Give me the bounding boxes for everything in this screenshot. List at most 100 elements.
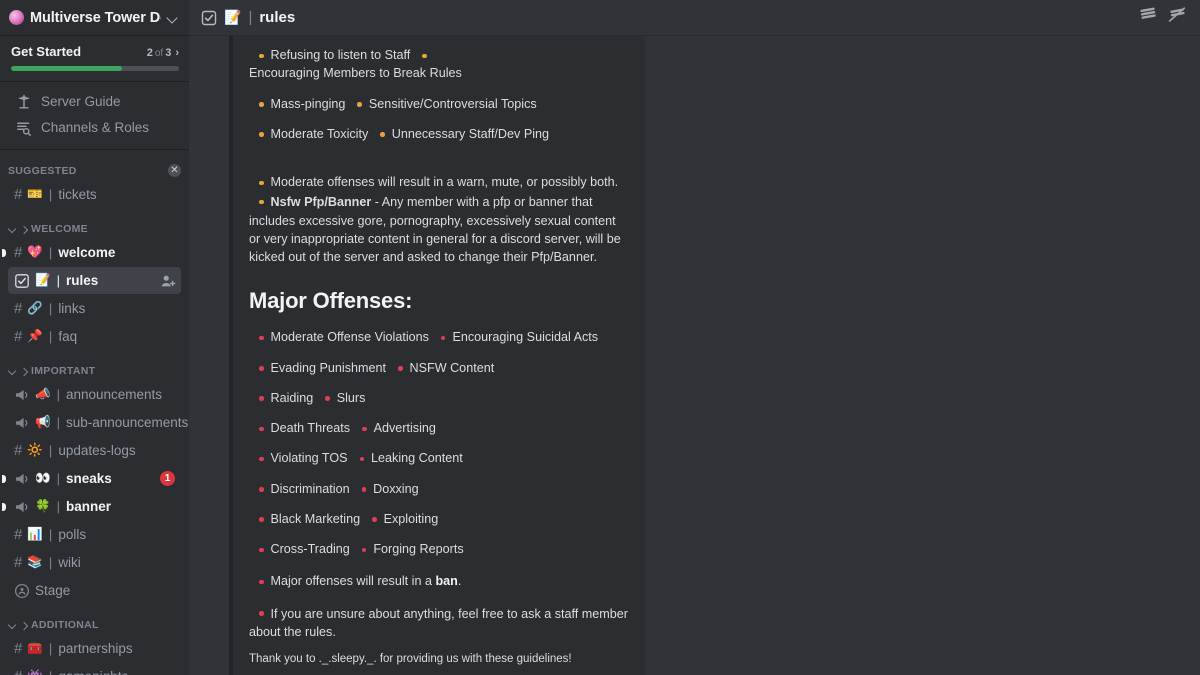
get-started-title: Get Started — [11, 44, 82, 59]
channel-name: sub-announcements — [65, 415, 189, 430]
sidebar-item-stage[interactable]: Stage — [8, 577, 181, 604]
major-result-line: Major offenses will result in a ban. — [249, 572, 629, 590]
server-avatar-icon — [9, 10, 24, 25]
server-header[interactable]: Multiverse Tower Def… — [0, 0, 189, 36]
bullet-icon — [361, 487, 367, 492]
chevron-down-icon[interactable] — [8, 620, 18, 630]
category-header-additional[interactable]: ADDITIONAL — [0, 605, 189, 634]
sidebar-item-partnerships[interactable]: # 🧰 | partnerships — [8, 635, 181, 662]
dismiss-suggested-icon[interactable]: ✕ — [168, 164, 181, 177]
channel-pipe: | — [56, 471, 60, 486]
notifications-muted-icon[interactable] — [1166, 4, 1188, 31]
chevron-right-icon[interactable] — [20, 620, 29, 630]
channel-header: 📝 | rules — [189, 0, 1200, 36]
unread-badge: 1 — [160, 471, 175, 486]
add-member-icon[interactable] — [160, 273, 176, 288]
chevron-down-icon[interactable] — [8, 366, 18, 376]
hash-icon: # — [14, 669, 22, 675]
threads-icon[interactable] — [1137, 4, 1159, 31]
channel-pipe: | — [56, 415, 60, 430]
get-started-panel[interactable]: Get Started 2 of 3 › — [0, 36, 189, 82]
channel-pipe: | — [48, 245, 53, 260]
channel-pipe: | — [48, 301, 53, 316]
bullet-icon — [259, 611, 264, 616]
discord-app: Multiverse Tower Def… Get Started 2 of 3… — [0, 0, 1200, 675]
channel-emoji-icon: 📢 — [35, 415, 51, 430]
offense-right: Doxxing — [373, 481, 419, 496]
bullet-icon — [357, 102, 362, 107]
category-header-important[interactable]: IMPORTANT — [0, 351, 189, 380]
channel-pipe: | — [56, 273, 60, 288]
channel-name: banner — [65, 499, 111, 514]
channel-emoji-icon: 📝 — [35, 273, 51, 288]
offense-pair-row: Moderate Toxicity Unnecessary Staff/Dev P… — [249, 125, 629, 143]
bullet-icon — [259, 335, 264, 341]
chevron-down-icon[interactable] — [8, 224, 18, 234]
sidebar-item-welcome[interactable]: # 💖 | welcome — [2, 239, 181, 266]
bullet-icon — [361, 547, 367, 552]
offense-pair-row: Discrimination Doxxing — [249, 480, 629, 498]
announcement-channel-icon — [14, 387, 30, 403]
offense-left: Refusing to listen to Staff — [270, 48, 411, 62]
channel-emoji-icon: 📊 — [27, 527, 43, 542]
offense-left: Discrimination — [270, 481, 350, 496]
sidebar-item-tickets[interactable]: # 🎫 | tickets — [8, 181, 181, 208]
chevron-right-icon[interactable] — [20, 224, 29, 234]
channel-emoji-icon: 💖 — [27, 245, 43, 260]
sidebar-item-links[interactable]: # 🔗 | links — [8, 295, 181, 322]
bullet-icon — [259, 487, 264, 492]
sidebar-item-polls[interactable]: # 📊 | polls — [8, 521, 181, 548]
get-started-progress-track — [11, 66, 179, 71]
sidebar-item-announcements[interactable]: 📣 | announcements — [8, 381, 181, 408]
offense-pair-row: Evading Punishment NSFW Content — [249, 359, 629, 377]
get-started-total: 3 — [165, 47, 172, 59]
offense-pair-row: Black Marketing Exploiting — [249, 510, 629, 528]
sidebar-nav-server-guide[interactable]: Server Guide — [8, 89, 181, 114]
category-label: IMPORTANT — [31, 365, 96, 377]
channel-emoji-icon: 🍀 — [35, 499, 51, 514]
channel-sidebar: Multiverse Tower Def… Get Started 2 of 3… — [0, 0, 189, 675]
major-result-pre: Major offenses will result in a — [270, 574, 436, 589]
channel-name: sneaks — [65, 471, 112, 486]
sidebar-item-faq[interactable]: # 📌 | faq — [8, 323, 181, 350]
offense-left: Moderate Offense Violations — [270, 330, 429, 345]
channel-emoji-icon: 🧰 — [27, 641, 43, 656]
sidebar-item-sneaks[interactable]: 👀 | sneaks 1 — [2, 465, 181, 492]
offense-pair-row: Moderate Offense Violations Encouraging S… — [249, 328, 629, 346]
channel-emoji-icon: 🎫 — [27, 187, 43, 202]
sidebar-item-sub-announcements[interactable]: 📢 | sub-announcements — [8, 409, 188, 436]
hash-icon: # — [14, 554, 23, 571]
chevron-down-icon[interactable] — [167, 12, 179, 24]
offense-pair-row: Violating TOS Leaking Content — [249, 449, 629, 467]
channel-name: links — [58, 301, 86, 316]
category-header-welcome[interactable]: WELCOME — [0, 209, 189, 238]
sidebar-nav-label: Channels & Roles — [41, 120, 150, 135]
hash-icon: # — [14, 526, 23, 543]
offense-right: Exploiting — [383, 511, 439, 526]
channel-pipe: | — [56, 387, 60, 402]
bullet-icon — [259, 426, 264, 431]
chevron-right-icon[interactable] — [20, 366, 29, 376]
sidebar-nav-block: Server Guide Channels & Roles — [0, 82, 189, 150]
sidebar-item-rules[interactable]: 📝 | rules — [8, 267, 181, 294]
bullet-icon — [259, 396, 264, 401]
message-scroll-area[interactable]: Refusing to listen to Staff Encouraging M… — [189, 36, 1200, 675]
offense-left: Raiding — [270, 390, 314, 405]
rules-channel-icon — [14, 273, 30, 289]
sidebar-item-gamenights[interactable]: # 👾 | gamenights — [8, 663, 181, 675]
sidebar-nav-channels-roles[interactable]: Channels & Roles — [8, 115, 181, 140]
channel-name: faq — [58, 329, 78, 344]
sidebar-item-banner[interactable]: 🍀 | banner — [2, 493, 181, 520]
sidebar-item-wiki[interactable]: # 📚 | wiki — [8, 549, 181, 576]
nsfw-rule-line: Nsfw Pfp/Banner - Any member with a pfp … — [249, 193, 629, 266]
category-header-suggested[interactable]: SUGGESTED ✕ — [0, 150, 189, 180]
offense-left: Moderate Toxicity — [270, 126, 369, 141]
main-content: 📝 | rules Refusing to listen to Staff Enc — [189, 0, 1200, 675]
offense-pair-row: Death Threats Advertising — [249, 419, 629, 437]
channel-pipe: | — [48, 443, 53, 458]
sidebar-item-updates-logs[interactable]: # 🔆 | updates-logs — [8, 437, 181, 464]
sidebar-category-list: SUGGESTED ✕ # 🎫 | tickets WELCOME # 💖 | welcome 📝 | r… — [0, 150, 189, 675]
channels-roles-icon — [16, 120, 32, 136]
chevron-right-icon: › — [175, 47, 179, 59]
bullet-icon — [259, 547, 264, 552]
